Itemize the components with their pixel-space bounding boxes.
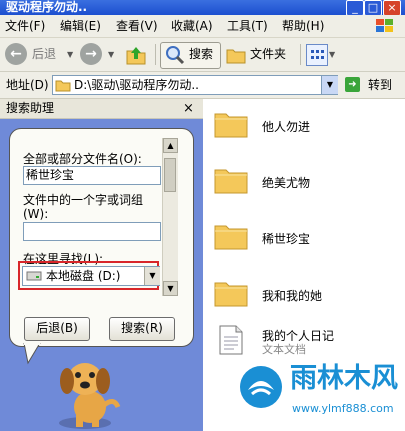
lookin-value: 本地磁盘 (D:) xyxy=(46,269,121,283)
scroll-down-icon[interactable]: ▼ xyxy=(163,281,178,296)
lookin-select[interactable]: 本地磁盘 (D:) ▼ xyxy=(22,266,160,286)
folders-icon xyxy=(226,49,246,64)
search-icon xyxy=(166,46,185,65)
watermark: 雨林木风 www.ylmf888.com xyxy=(238,360,403,426)
views-dropdown-icon[interactable]: ▼ xyxy=(329,50,335,59)
file-name: 他人勿进 xyxy=(262,120,311,134)
phrase-label-2: (W): xyxy=(23,207,49,221)
windows-logo-icon xyxy=(376,19,393,32)
forward-arrow-icon[interactable]: → xyxy=(80,43,102,65)
watermark-url: www.ylmf888.com xyxy=(292,402,394,415)
maximize-button[interactable]: □ xyxy=(364,0,382,16)
go-arrow-icon[interactable]: ➜ xyxy=(345,77,360,92)
file-type: 文本文档 xyxy=(262,343,306,356)
back-arrow-icon[interactable]: ← xyxy=(5,43,27,65)
folder-icon xyxy=(214,169,248,194)
address-bar: 地址(D) D:\驱动\驱动程序勿动.. ▼ ➜ 转到 xyxy=(0,72,405,99)
menu-file[interactable]: 文件(F) xyxy=(5,15,45,37)
search-pane-header: 搜索助理 × xyxy=(0,99,203,119)
lookin-dropdown-icon[interactable]: ▼ xyxy=(144,267,160,285)
text-file-icon xyxy=(219,325,243,355)
forward-dropdown-icon[interactable]: ▼ xyxy=(108,50,114,59)
drive-icon xyxy=(26,271,42,281)
search-dog-icon[interactable] xyxy=(40,357,130,431)
close-button[interactable]: × xyxy=(383,0,401,16)
address-input[interactable]: D:\驱动\驱动程序勿动.. ▼ xyxy=(52,75,338,95)
toolbar-separator xyxy=(300,44,301,65)
folder-icon xyxy=(214,282,248,307)
search-button-label[interactable]: 搜索 xyxy=(189,38,213,71)
folders-button-label[interactable]: 文件夹 xyxy=(250,38,286,71)
bubble-tail xyxy=(23,343,41,365)
search-pane-title: 搜索助理 xyxy=(6,101,55,115)
filename-value: 稀世珍宝 xyxy=(26,168,75,182)
phrase-input[interactable] xyxy=(23,222,161,241)
file-name: 我和我的她 xyxy=(262,289,323,303)
menu-bar: 文件(F) 编辑(E) 查看(V) 收藏(A) 工具(T) 帮助(H) xyxy=(0,15,405,38)
back-search-button[interactable]: 后退(B) xyxy=(24,317,90,341)
folder-icon xyxy=(55,80,71,92)
search-scrollbar[interactable]: ▲ ▼ xyxy=(162,138,178,296)
watermark-brand: 雨林木风 xyxy=(290,363,398,394)
back-dropdown-icon[interactable]: ▼ xyxy=(67,50,73,59)
toolbar: ← 后退 ▼ → ▼ 搜索 文件夹 ▼ xyxy=(0,38,405,72)
address-dropdown-icon[interactable]: ▼ xyxy=(321,76,338,94)
minimize-button[interactable]: _ xyxy=(346,0,364,16)
menu-help[interactable]: 帮助(H) xyxy=(282,15,324,37)
menu-favorites[interactable]: 收藏(A) xyxy=(171,15,213,37)
search-submit-button[interactable]: 搜索(R) xyxy=(109,317,175,341)
folder-icon xyxy=(214,113,248,138)
title-bar: 驱动程序勿动.. _ □ × xyxy=(0,0,405,16)
menu-tools[interactable]: 工具(T) xyxy=(227,15,268,37)
close-pane-icon[interactable]: × xyxy=(183,99,194,118)
file-name: 绝美尤物 xyxy=(262,176,311,190)
views-icon[interactable] xyxy=(306,44,328,66)
filename-label: 全部或部分文件名(O): xyxy=(23,152,142,166)
phrase-label: 文件中的一个字或词组 xyxy=(23,193,144,207)
go-button-label[interactable]: 转到 xyxy=(368,72,392,98)
back-button-label[interactable]: 后退 xyxy=(32,38,56,71)
folder-icon xyxy=(214,225,248,250)
scroll-up-icon[interactable]: ▲ xyxy=(163,138,178,153)
watermark-logo-icon xyxy=(240,366,282,408)
address-path: D:\驱动\驱动程序勿动.. xyxy=(74,78,199,92)
scroll-thumb[interactable] xyxy=(164,158,176,192)
menu-edit[interactable]: 编辑(E) xyxy=(60,15,101,37)
address-label: 地址(D) xyxy=(6,78,49,92)
window-title: 驱动程序勿动.. xyxy=(6,0,88,14)
filename-input[interactable]: 稀世珍宝 xyxy=(23,166,161,185)
toolbar-separator xyxy=(155,44,156,65)
file-name: 稀世珍宝 xyxy=(262,232,311,246)
menu-view[interactable]: 查看(V) xyxy=(116,15,158,37)
up-folder-icon[interactable] xyxy=(124,43,148,67)
file-name: 我的个人日记 xyxy=(262,329,335,343)
